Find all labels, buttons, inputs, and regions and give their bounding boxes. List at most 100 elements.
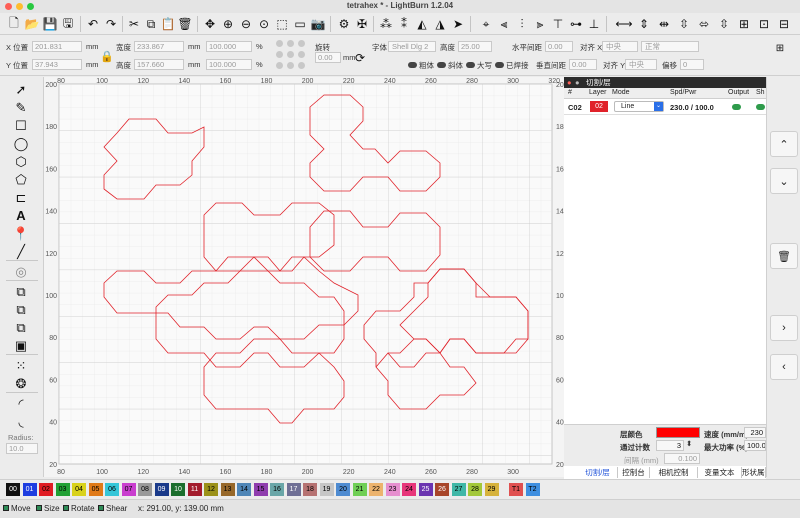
palette-swatch-21[interactable]: 21 xyxy=(352,483,367,496)
palette-swatch-00[interactable]: 00 xyxy=(6,483,20,496)
offset-field[interactable]: 0 xyxy=(680,59,704,70)
anchor-dot[interactable] xyxy=(276,40,283,47)
anchor-dot[interactable] xyxy=(298,40,305,47)
edit-nodes-icon[interactable]: ✎ xyxy=(11,99,31,116)
palette-swatch-17[interactable]: 17 xyxy=(286,483,301,496)
expand-panel-button[interactable]: › xyxy=(770,315,798,341)
collapse-panel-button[interactable]: ‹ xyxy=(770,354,798,380)
palette-swatch-08[interactable]: 08 xyxy=(138,483,152,496)
palette-swatch-24[interactable]: 24 xyxy=(402,483,416,496)
send-icon[interactable]: ➤ xyxy=(450,16,466,32)
target-icon[interactable]: ⌖ xyxy=(478,16,494,32)
palette-swatch-26[interactable]: 26 xyxy=(435,483,449,496)
layer-color-chip[interactable]: 02 xyxy=(590,101,608,112)
anchor-dot[interactable] xyxy=(287,62,294,69)
palette-swatch-29[interactable]: 29 xyxy=(484,483,499,496)
same-width-icon[interactable]: ⬄ xyxy=(696,16,712,32)
palette-swatch-01[interactable]: 01 xyxy=(22,483,37,496)
open-file-icon[interactable]: 📂 xyxy=(24,16,40,32)
rotate-icon[interactable]: ⟳ xyxy=(352,50,368,66)
dock-right-icon[interactable]: ⊟ xyxy=(776,16,792,32)
palette-swatch-23[interactable]: 23 xyxy=(385,483,400,496)
boolean-subtract-icon[interactable]: ⧉ xyxy=(11,301,31,318)
palette-swatch-T1[interactable]: T1 xyxy=(509,483,523,496)
layer-mode-select[interactable]: Line ⌄ xyxy=(614,101,664,112)
palette-swatch-12[interactable]: 12 xyxy=(204,483,218,496)
height-percent-field[interactable]: 100.000 xyxy=(206,59,252,70)
pin-icon[interactable]: 📍 xyxy=(11,225,31,242)
palette-swatch-11[interactable]: 11 xyxy=(187,483,202,496)
upper-toggle[interactable] xyxy=(466,62,475,68)
space-v-icon[interactable]: ⇳ xyxy=(676,16,692,32)
italic-toggle[interactable] xyxy=(437,62,446,68)
output-toggle[interactable] xyxy=(732,104,741,110)
save-as-icon[interactable]: 🖫 xyxy=(60,16,76,32)
max-power-field[interactable]: 100.00 xyxy=(744,440,766,451)
palette-swatch-05[interactable]: 05 xyxy=(88,483,103,496)
weld-icon[interactable]: ▣ xyxy=(11,337,31,354)
select-icon[interactable]: ➚ xyxy=(11,81,31,98)
palette-swatch-07[interactable]: 07 xyxy=(121,483,136,496)
position-laser-icon[interactable]: ⊏ xyxy=(11,189,31,206)
align-bottom-icon[interactable]: ⊥ xyxy=(586,16,602,32)
hspace-field[interactable]: 0.00 xyxy=(545,41,573,52)
align-right-icon[interactable]: ⫸ xyxy=(532,16,548,32)
tab-variable-text[interactable]: 变量文本 xyxy=(698,467,742,478)
anchor-dot[interactable] xyxy=(276,62,283,69)
palette-swatch-14[interactable]: 14 xyxy=(237,483,251,496)
x-position-field[interactable]: 201.831 xyxy=(32,41,82,52)
palette-swatch-04[interactable]: 04 xyxy=(72,483,86,496)
palette-swatch-25[interactable]: 25 xyxy=(418,483,433,496)
align-left-icon[interactable]: ⫷ xyxy=(496,16,512,32)
space-h-icon[interactable]: ⇹ xyxy=(656,16,672,32)
palette-swatch-06[interactable]: 06 xyxy=(105,483,119,496)
polygon-icon[interactable]: ⬡ xyxy=(11,153,31,170)
delete-icon[interactable]: 🗑 xyxy=(177,16,193,32)
redo-icon[interactable]: ↷ xyxy=(103,16,119,32)
anchor-dot[interactable] xyxy=(287,40,294,47)
align-y-select[interactable]: 中央 xyxy=(625,59,657,70)
y-position-field[interactable]: 37.943 xyxy=(32,59,82,70)
zoom-out-icon[interactable]: ⊖ xyxy=(238,16,254,32)
dock-center-icon[interactable]: ⊡ xyxy=(756,16,772,32)
align-center-icon[interactable]: ⫶ xyxy=(514,16,530,32)
tab-shape-properties[interactable]: 形状属性 xyxy=(742,467,766,478)
boolean-union-icon[interactable]: ⧉ xyxy=(11,283,31,300)
offset-icon[interactable]: ◎ xyxy=(11,263,31,280)
circular-array-icon[interactable]: ❂ xyxy=(11,375,31,392)
monitor-icon[interactable]: ▭ xyxy=(292,16,308,32)
cut-icon[interactable]: ✂ xyxy=(126,16,142,32)
lock-icon[interactable]: 🔒 xyxy=(99,48,115,64)
frame-icon[interactable]: ⬚ xyxy=(274,16,290,32)
zoom-in-icon[interactable]: ⊕ xyxy=(220,16,236,32)
rectangle-icon[interactable]: ☐ xyxy=(11,117,31,134)
corner-radius-icon[interactable]: ◟ xyxy=(11,413,31,430)
palette-swatch-10[interactable]: 10 xyxy=(171,483,185,496)
text-icon[interactable]: A xyxy=(11,207,31,224)
draw-lines-icon[interactable]: ⬠ xyxy=(11,171,31,188)
ellipse-icon[interactable]: ◯ xyxy=(11,135,31,152)
tab-camera-control[interactable]: 相机控制 xyxy=(650,467,698,478)
palette-swatch-13[interactable]: 13 xyxy=(220,483,235,496)
anchor-dot[interactable] xyxy=(298,51,305,58)
welded-toggle[interactable] xyxy=(495,62,504,68)
boolean-intersect-icon[interactable]: ⧉ xyxy=(11,319,31,336)
palette-swatch-19[interactable]: 19 xyxy=(319,483,334,496)
distribute-v-icon[interactable]: ⇕ xyxy=(636,16,652,32)
anchor-dot[interactable] xyxy=(298,62,305,69)
palette-swatch-22[interactable]: 22 xyxy=(369,483,383,496)
workspace-canvas[interactable]: 80 100 120 140 160 180 200 220 240 260 280 300 320 80… xyxy=(44,77,568,477)
anchor-dot[interactable] xyxy=(287,51,294,58)
rotate-checkbox[interactable] xyxy=(63,505,69,511)
same-height-icon[interactable]: ⇳ xyxy=(716,16,732,32)
move-layer-down-button[interactable]: ⌄ xyxy=(770,168,798,194)
radius-field[interactable]: 10.0 xyxy=(6,443,38,454)
palette-swatch-16[interactable]: 16 xyxy=(270,483,284,496)
align-x-select[interactable]: 中央 xyxy=(602,41,638,52)
bold-toggle[interactable] xyxy=(408,62,417,68)
corner-round-icon[interactable]: ◜ xyxy=(11,395,31,412)
panel-float-icon[interactable]: ● xyxy=(575,77,580,88)
palette-swatch-15[interactable]: 15 xyxy=(253,483,268,496)
group-icon[interactable]: ⁂ xyxy=(378,16,394,32)
paste-icon[interactable]: 📋 xyxy=(160,16,176,32)
